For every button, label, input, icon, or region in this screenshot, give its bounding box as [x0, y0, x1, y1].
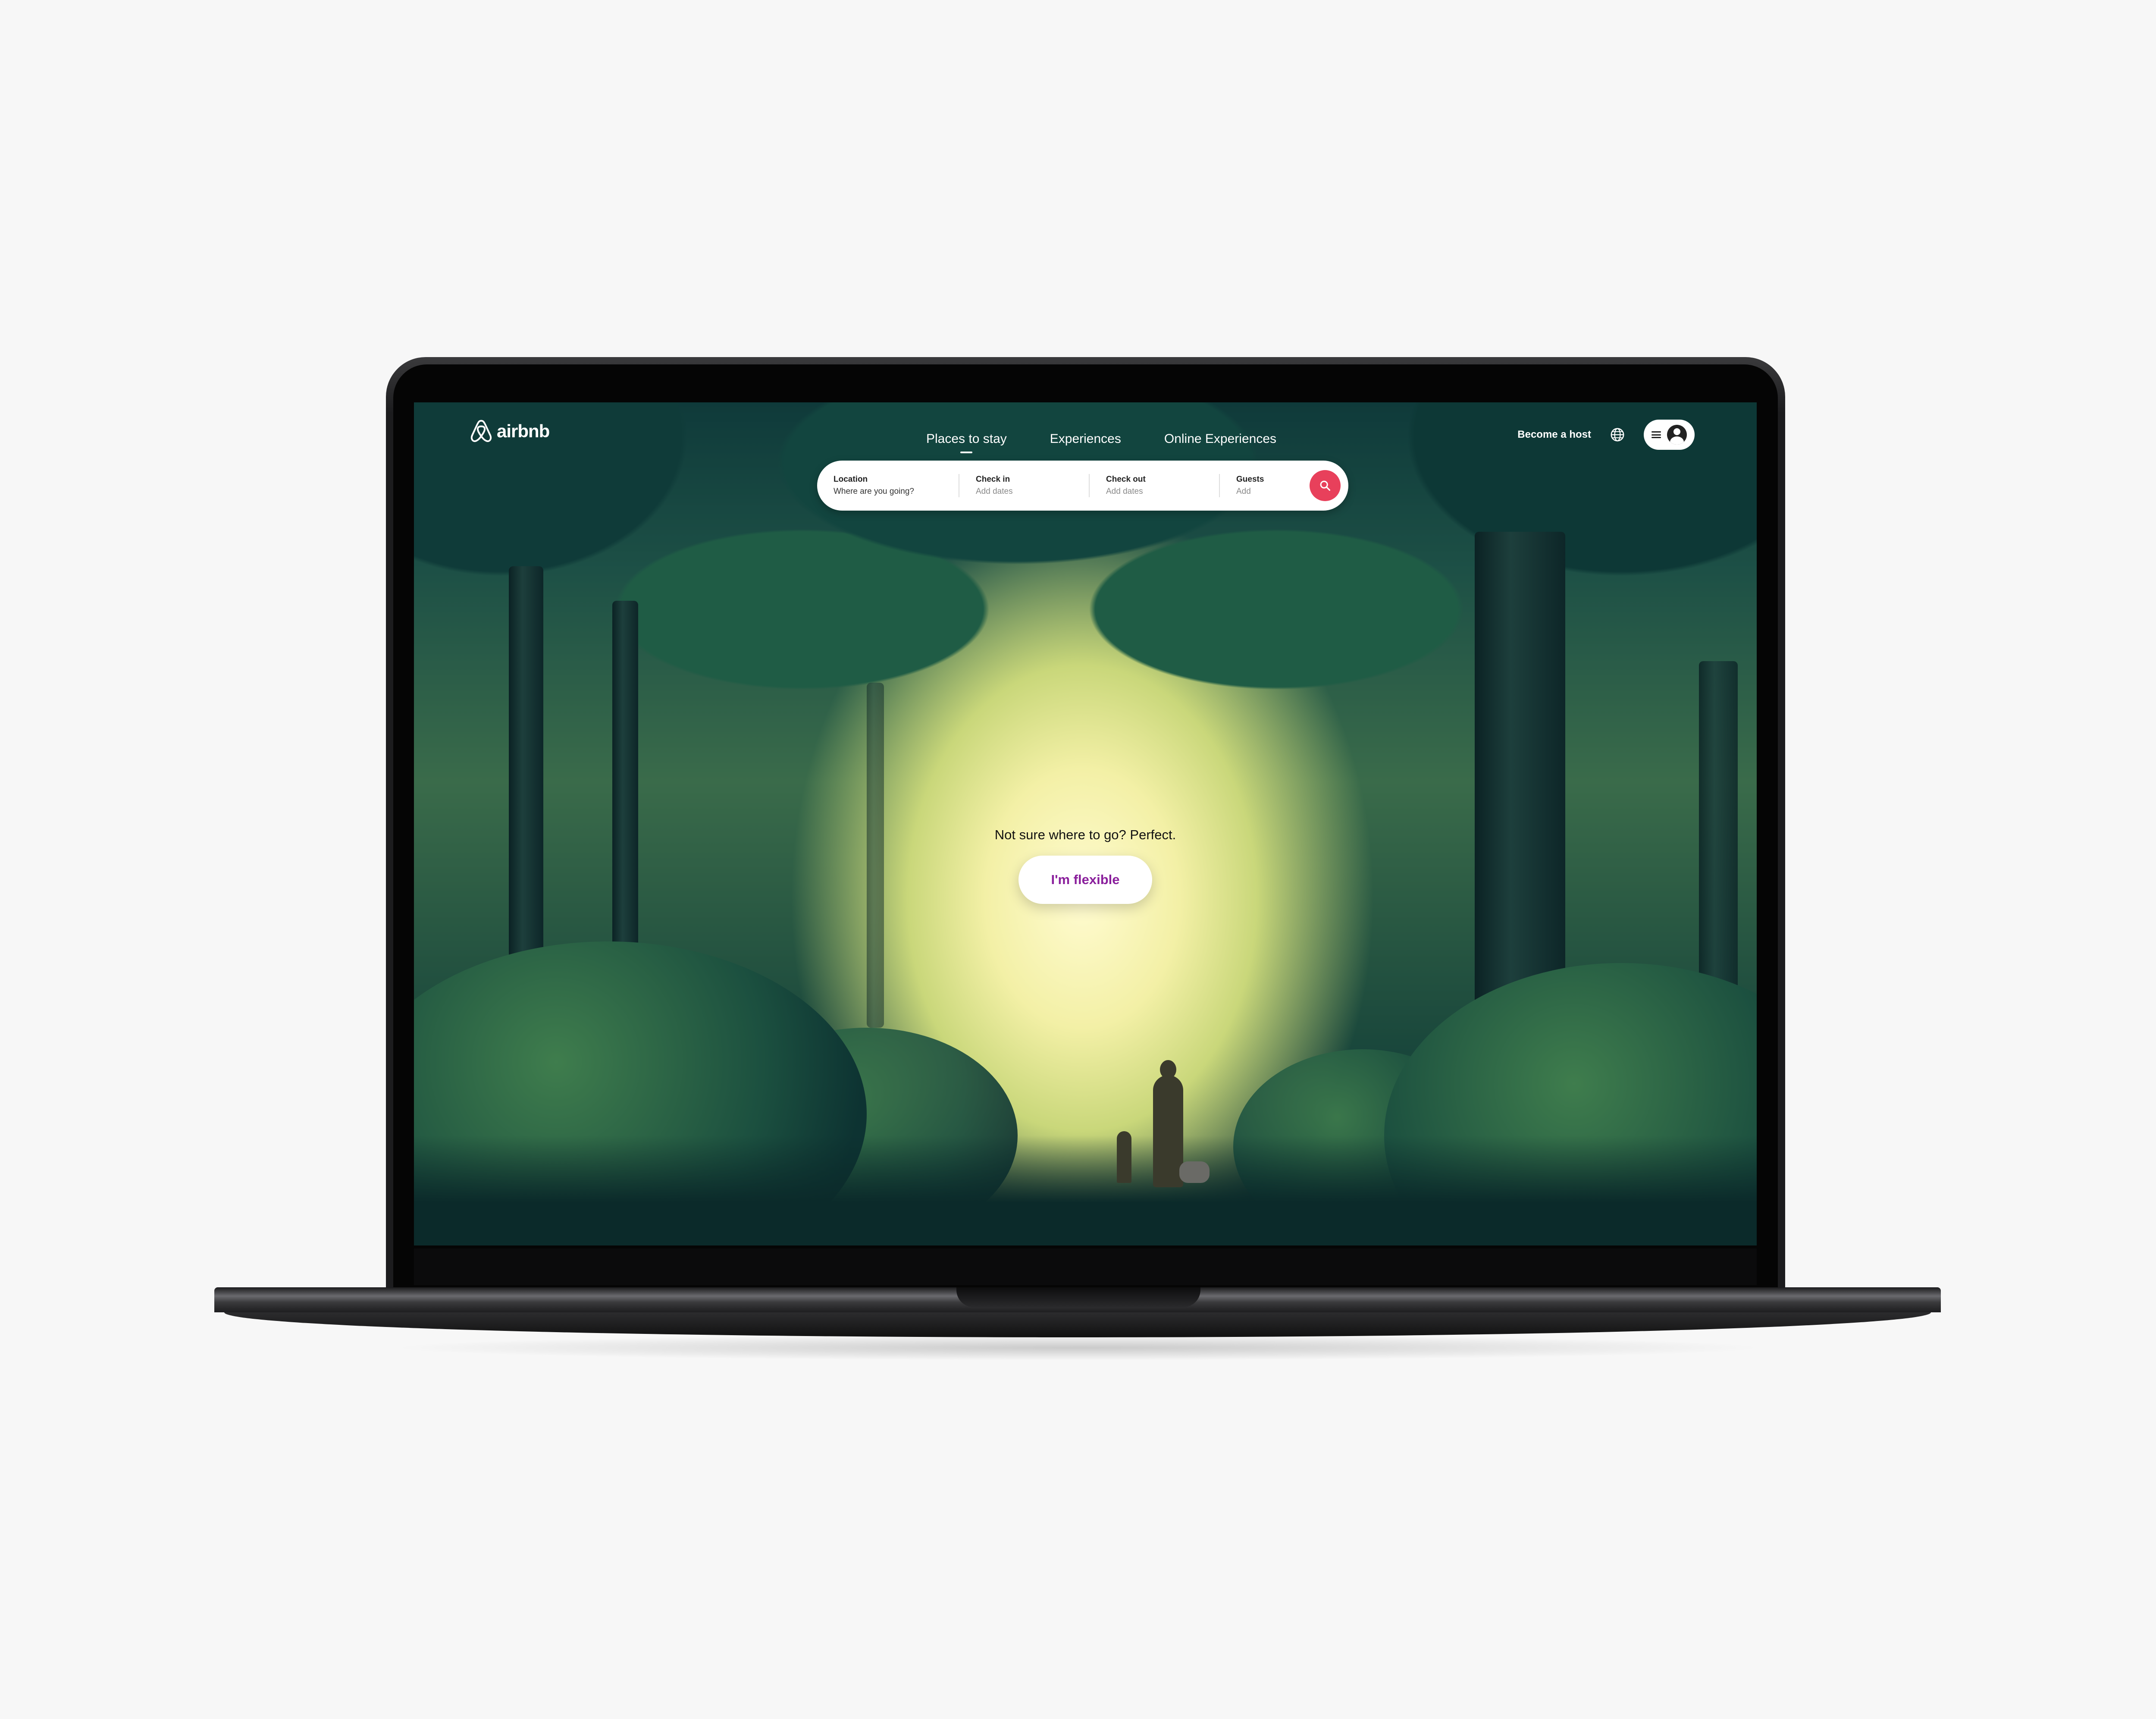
search-location-field[interactable]: Location Where are you going?: [817, 461, 959, 511]
airbnb-wordmark: airbnb: [497, 421, 550, 441]
profile-menu-button[interactable]: [1644, 420, 1695, 450]
laptop-base-lip: [224, 1312, 1931, 1337]
check-out-placeholder: Add dates: [1106, 487, 1143, 496]
tab-experiences[interactable]: Experiences: [1050, 432, 1121, 453]
globe-icon[interactable]: [1610, 427, 1625, 442]
forest-hero-illustration: [414, 402, 1757, 1245]
adult-figure: [1153, 1075, 1183, 1187]
dog-figure: [1179, 1161, 1210, 1183]
user-nav: Become a host: [1517, 420, 1695, 450]
top-nav-tabs: Places to stay Experiences Online Experi…: [926, 432, 1276, 453]
laptop-notch: [956, 1287, 1200, 1307]
search-button[interactable]: [1310, 470, 1341, 501]
become-a-host-link[interactable]: Become a host: [1517, 429, 1591, 441]
user-avatar-icon: [1667, 425, 1687, 445]
tree-trunk: [867, 683, 884, 1028]
im-flexible-button[interactable]: I'm flexible: [1018, 856, 1152, 904]
tab-places-to-stay[interactable]: Places to stay: [926, 432, 1007, 453]
guests-label: Guests: [1236, 475, 1264, 484]
airbnb-logo-icon: [470, 420, 492, 442]
search-guests-field[interactable]: Guests Add: [1220, 461, 1301, 511]
hero-prompt: Not sure where to go? Perfect.: [994, 827, 1176, 842]
check-in-placeholder: Add dates: [976, 487, 1013, 496]
search-check-out-field[interactable]: Check out Add dates: [1090, 461, 1219, 511]
search-bar: Location Where are you going? Check in A…: [817, 461, 1348, 511]
guests-placeholder: Add: [1236, 487, 1251, 496]
tab-online-experiences[interactable]: Online Experiences: [1164, 432, 1276, 453]
location-placeholder: Where are you going?: [834, 487, 914, 496]
hamburger-menu-icon: [1651, 431, 1661, 438]
airbnb-logo[interactable]: airbnb: [470, 419, 550, 444]
search-check-in-field[interactable]: Check in Add dates: [959, 461, 1089, 511]
location-label: Location: [834, 475, 868, 484]
laptop-shadow: [388, 1335, 1768, 1361]
adult-figure-head: [1160, 1060, 1176, 1079]
forest-floor: [414, 1136, 1757, 1245]
check-in-label: Check in: [976, 475, 1010, 484]
browser-screen: airbnb Places to stay Experiences Online…: [414, 402, 1757, 1245]
search-icon: [1320, 480, 1331, 491]
child-figure: [1117, 1131, 1131, 1183]
laptop-chin: [414, 1248, 1757, 1285]
check-out-label: Check out: [1106, 475, 1146, 484]
